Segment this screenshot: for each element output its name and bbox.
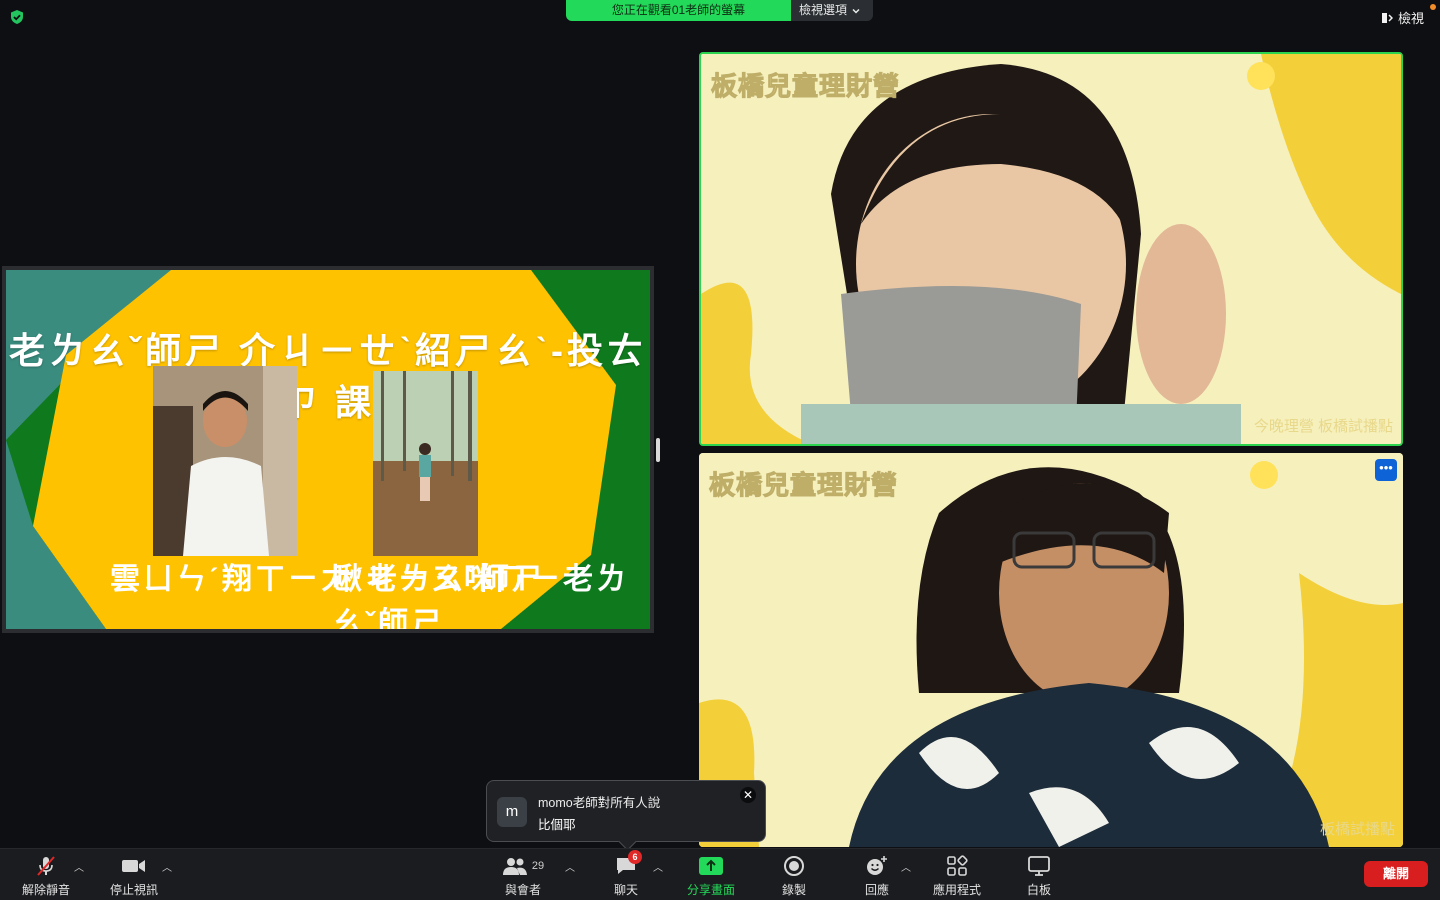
video-tile-participant[interactable]: 板橋兒童理財營 板橋試播點 ••• [699, 453, 1403, 847]
chat-notification[interactable]: m momo老師對所有人說 比個耶 ✕ [486, 780, 766, 842]
participants-count: 29 [531, 860, 545, 872]
stop-video-label: 停止視訊 [109, 883, 158, 897]
teacher-photo-1 [153, 366, 297, 556]
share-screen-label: 分享畫面 [686, 883, 735, 897]
share-screen-icon [699, 857, 723, 875]
chat-message: 比個耶 [538, 818, 576, 832]
slide-title: 老ㄌㄠˇ師ㄕ 介ㄐㄧㄝˋ紹ㄕㄠˋ-投ㄊㄡˊ資ㄗ 課ㄎㄜˋ [9, 330, 647, 423]
screen-share-banner: 您正在觀看01老師的螢幕 檢視選項 [566, 0, 873, 21]
panel-resize-handle[interactable] [656, 438, 660, 462]
avatar: m [497, 797, 527, 827]
chat-unread-badge: 6 [628, 850, 642, 864]
video-tile-1-caption: 今晚理營 板橋試播點 [1253, 418, 1393, 435]
leave-button[interactable]: 離開 [1364, 861, 1428, 887]
video-camera-icon [122, 860, 145, 872]
view-button[interactable]: 檢視 [1381, 8, 1424, 27]
participants-button[interactable]: 29 與會者 [483, 853, 563, 898]
view-layout-icon [1381, 12, 1393, 23]
view-options-button[interactable]: 檢視選項 [791, 0, 873, 21]
whiteboard-button[interactable]: 白板 [999, 853, 1079, 898]
video-tile-2-background-label: 板橋兒童理財營 [708, 470, 899, 501]
zoom-meeting-window: 您正在觀看01老師的螢幕 檢視選項 檢視 老ㄌㄠˇ師ㄕ 介ㄐㄧㄝˋ紹ㄕㄠˋ-投ㄊ… [0, 0, 1440, 900]
record-button[interactable]: 錄製 [754, 853, 834, 898]
share-banner-message: 您正在觀看01老師的螢幕 [566, 0, 791, 21]
participant-video-2 [699, 453, 1403, 847]
smiley-plus-icon [867, 856, 887, 875]
teacher-photo-2 [373, 371, 478, 556]
meeting-toolbar: 解除靜音 ︿ 停止視訊 ︿ 29 與會者 ︿ 6 聊天 ︿ 分享畫面 錄製 回應… [0, 848, 1440, 900]
muted-microphone-icon [37, 856, 55, 876]
share-screen-button[interactable]: 分享畫面 [671, 853, 751, 898]
whiteboard-label: 白板 [1026, 883, 1051, 897]
presentation-slide: 老ㄌㄠˇ師ㄕ 介ㄐㄧㄝˋ紹ㄕㄠˋ-投ㄊㄡˊ資ㄗ 課ㄎㄜˋ 雲ㄩㄣˊ翔ㄒㄧㄤˊ老ㄌ… [6, 270, 650, 629]
reactions-options-chevron-up-icon[interactable]: ︿ [901, 859, 911, 874]
participants-icon [502, 858, 527, 875]
video-tile-1-background-label: 板橋兒童理財營 [710, 71, 901, 102]
teacher-name-2: 啾ㄐㄧㄡ咪ㄇㄧ老ㄌㄠˇ師ㄕ [332, 563, 629, 629]
video-options-chevron-up-icon[interactable]: ︿ [162, 859, 172, 874]
security-shield-icon[interactable] [9, 9, 25, 25]
record-icon [784, 856, 804, 876]
view-button-label: 檢視 [1397, 11, 1424, 26]
video-tile-active-speaker[interactable]: 板橋兒童理財營 今晚理營 板橋試播點 [699, 52, 1403, 446]
close-icon[interactable]: ✕ [740, 787, 756, 803]
apps-label: 應用程式 [932, 883, 981, 897]
apps-icon [947, 855, 968, 876]
chat-sender: momo老師對所有人說 [538, 796, 661, 810]
unmute-label: 解除靜音 [21, 883, 70, 897]
reactions-label: 回應 [864, 883, 889, 897]
view-options-label: 檢視選項 [799, 3, 848, 17]
shared-screen[interactable]: 老ㄌㄠˇ師ㄕ 介ㄐㄧㄝˋ紹ㄕㄠˋ-投ㄊㄡˊ資ㄗ 課ㄎㄜˋ 雲ㄩㄣˊ翔ㄒㄧㄤˊ老ㄌ… [2, 266, 654, 633]
record-label: 錄製 [781, 883, 806, 897]
whiteboard-icon [1028, 856, 1050, 876]
chevron-down-icon [852, 8, 860, 14]
audio-options-chevron-up-icon[interactable]: ︿ [74, 859, 84, 874]
recording-indicator-dot [1430, 4, 1436, 10]
apps-button[interactable]: 應用程式 [917, 853, 997, 898]
participants-label: 與會者 [504, 883, 541, 897]
participants-options-chevron-up-icon[interactable]: ︿ [565, 859, 575, 874]
more-icon: ••• [1379, 460, 1393, 475]
video-tile-2-caption: 板橋試播點 [1319, 821, 1395, 838]
more-options-button[interactable]: ••• [1375, 459, 1397, 481]
chat-label: 聊天 [613, 883, 638, 897]
chat-options-chevron-up-icon[interactable]: ︿ [653, 859, 663, 874]
participant-video-1 [701, 54, 1401, 444]
